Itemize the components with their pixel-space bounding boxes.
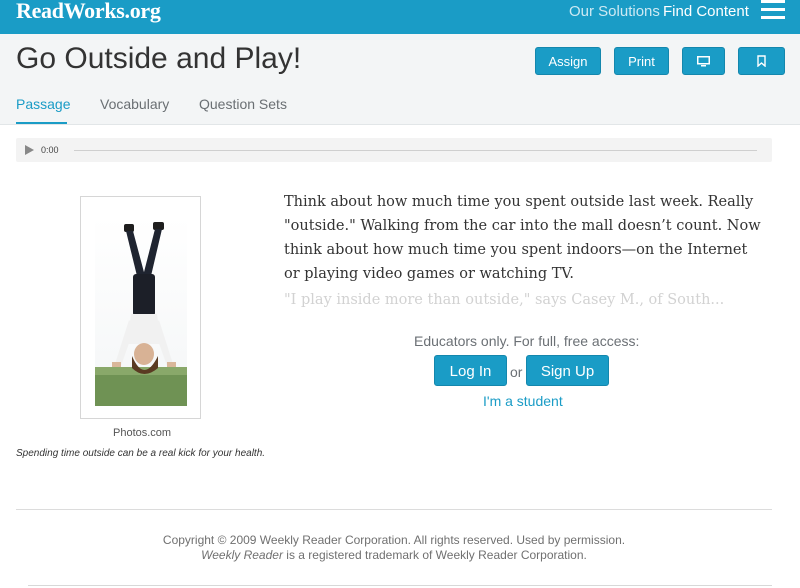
page-title: Go Outside and Play! bbox=[16, 42, 302, 75]
present-button[interactable] bbox=[682, 47, 725, 75]
trademark-text: is a registered trademark of Weekly Read… bbox=[282, 548, 587, 562]
tab-passage[interactable]: Passage bbox=[16, 96, 70, 112]
trademark-name: Weekly Reader bbox=[201, 548, 283, 562]
passage-paragraph: Think about how much time you spent outs… bbox=[284, 194, 761, 282]
copyright-notice: Copyright © 2009 Weekly Reader Corporati… bbox=[0, 533, 788, 563]
bookmark-icon bbox=[757, 55, 766, 68]
passage-image-frame bbox=[80, 196, 201, 419]
copyright-line: Copyright © 2009 Weekly Reader Corporati… bbox=[162, 533, 626, 547]
tab-vocabulary[interactable]: Vocabulary bbox=[100, 96, 169, 112]
passage-faded-preview: "I play inside more than outside," says … bbox=[284, 292, 725, 308]
student-link[interactable]: I'm a student bbox=[483, 393, 563, 409]
active-tab-indicator bbox=[16, 122, 67, 124]
nav-our-solutions[interactable]: Our Solutions bbox=[569, 3, 660, 20]
audio-progress-track[interactable] bbox=[74, 150, 757, 151]
sign-up-button[interactable]: Sign Up bbox=[526, 355, 609, 386]
bottom-edge-line bbox=[28, 585, 772, 586]
top-navigation-bar: ReadWorks.org Our Solutions Find Content bbox=[0, 0, 800, 34]
play-icon[interactable] bbox=[25, 145, 34, 155]
access-prompt: Educators only. For full, free access: bbox=[414, 333, 640, 349]
or-separator: or bbox=[510, 364, 523, 380]
page-header: Go Outside and Play! Assign Print Passag… bbox=[0, 34, 800, 125]
readworks-logo[interactable]: ReadWorks.org bbox=[16, 0, 161, 24]
print-button[interactable]: Print bbox=[614, 47, 669, 75]
trademark-line: Weekly Reader is a registered trademark … bbox=[0, 548, 788, 563]
audio-player: 0:00 bbox=[16, 138, 772, 162]
nav-find-content[interactable]: Find Content bbox=[663, 3, 749, 20]
photo-credit: Photos.com bbox=[113, 427, 172, 439]
log-in-button[interactable]: Log In bbox=[434, 355, 507, 386]
assign-button[interactable]: Assign bbox=[535, 47, 601, 75]
photo-caption: Spending time outside can be a real kick… bbox=[16, 448, 266, 459]
footer-divider bbox=[16, 509, 772, 510]
tab-question-sets[interactable]: Question Sets bbox=[199, 96, 287, 112]
passage-photo bbox=[95, 216, 187, 406]
bookmark-button[interactable] bbox=[738, 47, 785, 75]
hamburger-menu-icon[interactable] bbox=[761, 0, 785, 20]
audio-time: 0:00 bbox=[41, 145, 59, 155]
monitor-icon bbox=[697, 55, 710, 67]
